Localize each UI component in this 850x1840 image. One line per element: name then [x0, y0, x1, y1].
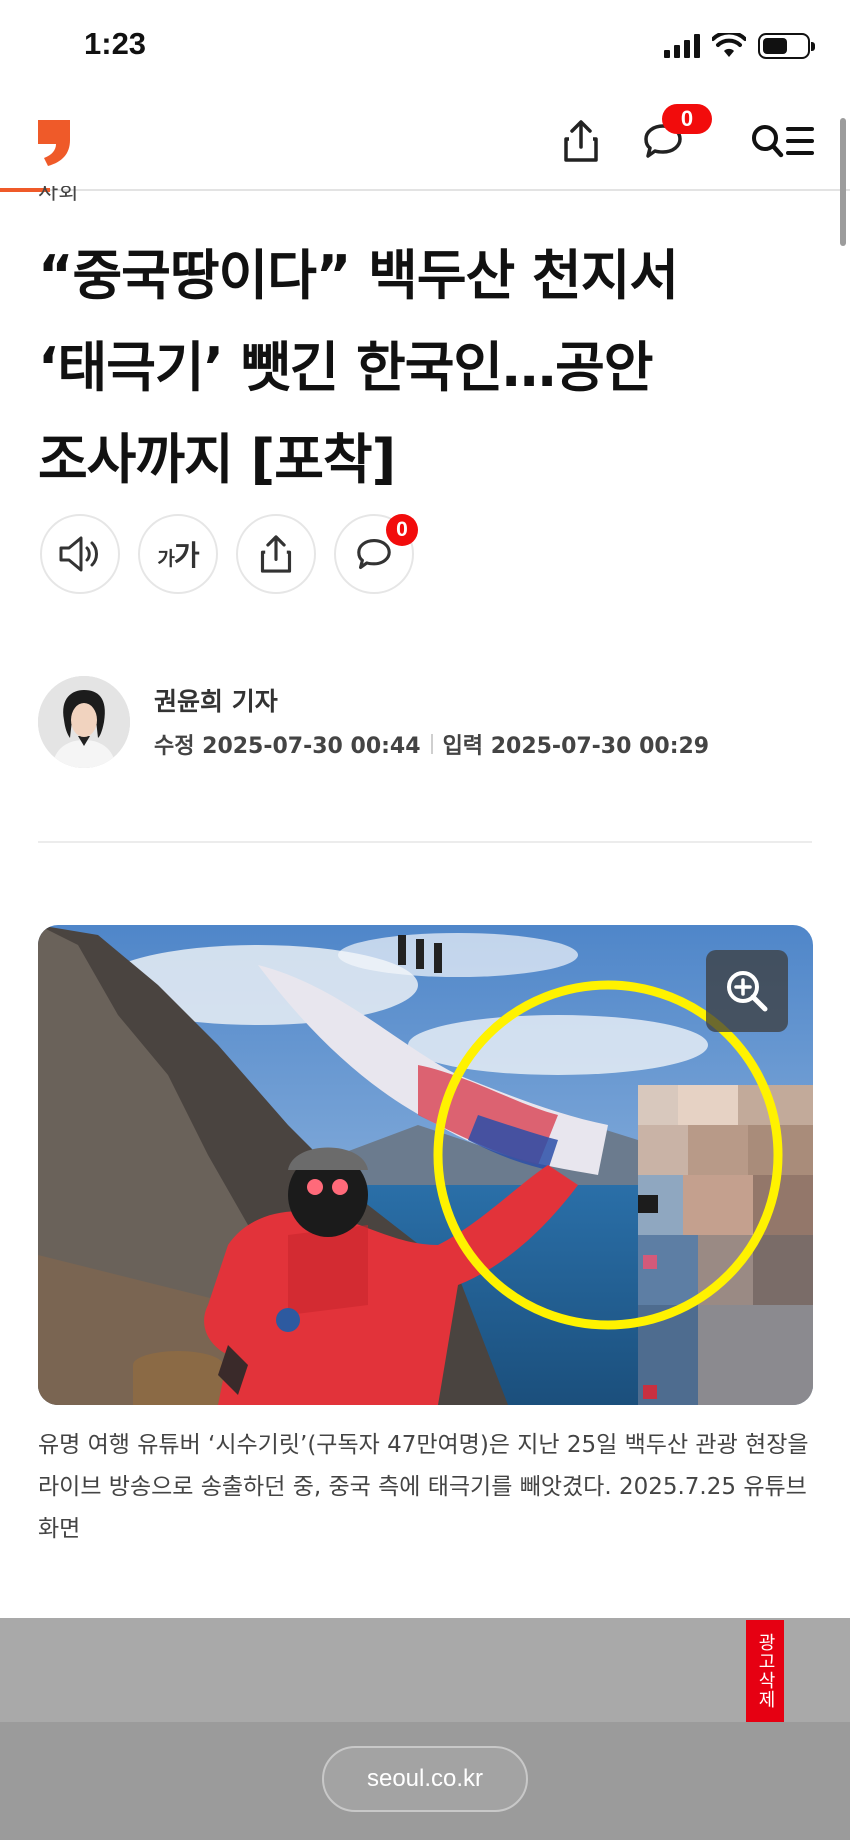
ad-area[interactable] — [0, 1618, 850, 1722]
battery-icon — [758, 33, 815, 59]
comment-button[interactable]: 0 — [334, 514, 418, 594]
author-avatar[interactable] — [38, 676, 130, 768]
ad-remove-button[interactable]: 광고삭제 — [746, 1620, 784, 1722]
header-share-button[interactable] — [554, 114, 608, 168]
wifi-icon — [712, 33, 746, 57]
browser-url-bar[interactable]: seoul.co.kr — [322, 1746, 528, 1812]
content-divider — [38, 841, 812, 843]
author-info: 권윤희 기자 수정 2025-07-30 00:44 입력 2025-07-30… — [38, 676, 818, 768]
speaker-icon — [59, 536, 98, 572]
article-title-line: 조사까지 [포착] — [38, 428, 396, 491]
article-dates: 수정 2025-07-30 00:44 입력 2025-07-30 00:29 — [154, 728, 709, 760]
photo-caption: 유명 여행 유튜버 ‘시수기릿’(구독자 47만여명)은 지난 25일 백두산 … — [38, 1432, 809, 1542]
article-title-line: ‘태극기’ 뺏긴 한국인…공안 — [38, 336, 653, 399]
zoom-in-icon — [727, 971, 768, 1012]
article-title: “중국땅이다” 백두산 천지서 ‘태극기’ 뺏긴 한국인…공안 조사까지 [포착… — [38, 230, 808, 506]
share-icon — [260, 535, 292, 573]
comment-count-badge: 0 — [386, 514, 418, 546]
author-name[interactable]: 권윤희 기자 — [154, 682, 278, 718]
share-icon — [564, 120, 598, 162]
share-button[interactable] — [236, 514, 316, 594]
header-comment-badge: 0 — [662, 104, 712, 134]
status-time: 1:23 — [84, 26, 147, 61]
date-separator — [430, 734, 433, 754]
search-menu-icon — [752, 125, 814, 158]
font-size-icon: 가가 — [157, 539, 199, 572]
listen-button[interactable] — [40, 514, 120, 594]
section-label: 사회 — [38, 186, 79, 204]
seoul-shinmun-logo — [38, 120, 70, 166]
font-size-button[interactable]: 가가 — [138, 514, 218, 594]
comment-icon — [357, 539, 391, 569]
modified-date: 수정 2025-07-30 00:44 — [154, 734, 421, 759]
status-bar: 1:23 — [0, 0, 850, 92]
published-date: 입력 2025-07-30 00:29 — [442, 734, 710, 759]
site-header: 0 — [0, 92, 850, 192]
status-icons — [664, 30, 815, 62]
signal-icon — [664, 34, 700, 58]
photo-zoom-button[interactable] — [706, 950, 788, 1032]
article-actions: 가가 0 — [40, 514, 418, 594]
header-search-menu-button[interactable] — [748, 114, 818, 168]
article-title-line: “중국땅이다” 백두산 천지서 — [38, 244, 679, 307]
page-scrollbar[interactable] — [840, 118, 846, 246]
photo-image — [38, 925, 813, 1405]
author-photo — [38, 676, 130, 768]
article-photo[interactable] — [38, 925, 813, 1405]
